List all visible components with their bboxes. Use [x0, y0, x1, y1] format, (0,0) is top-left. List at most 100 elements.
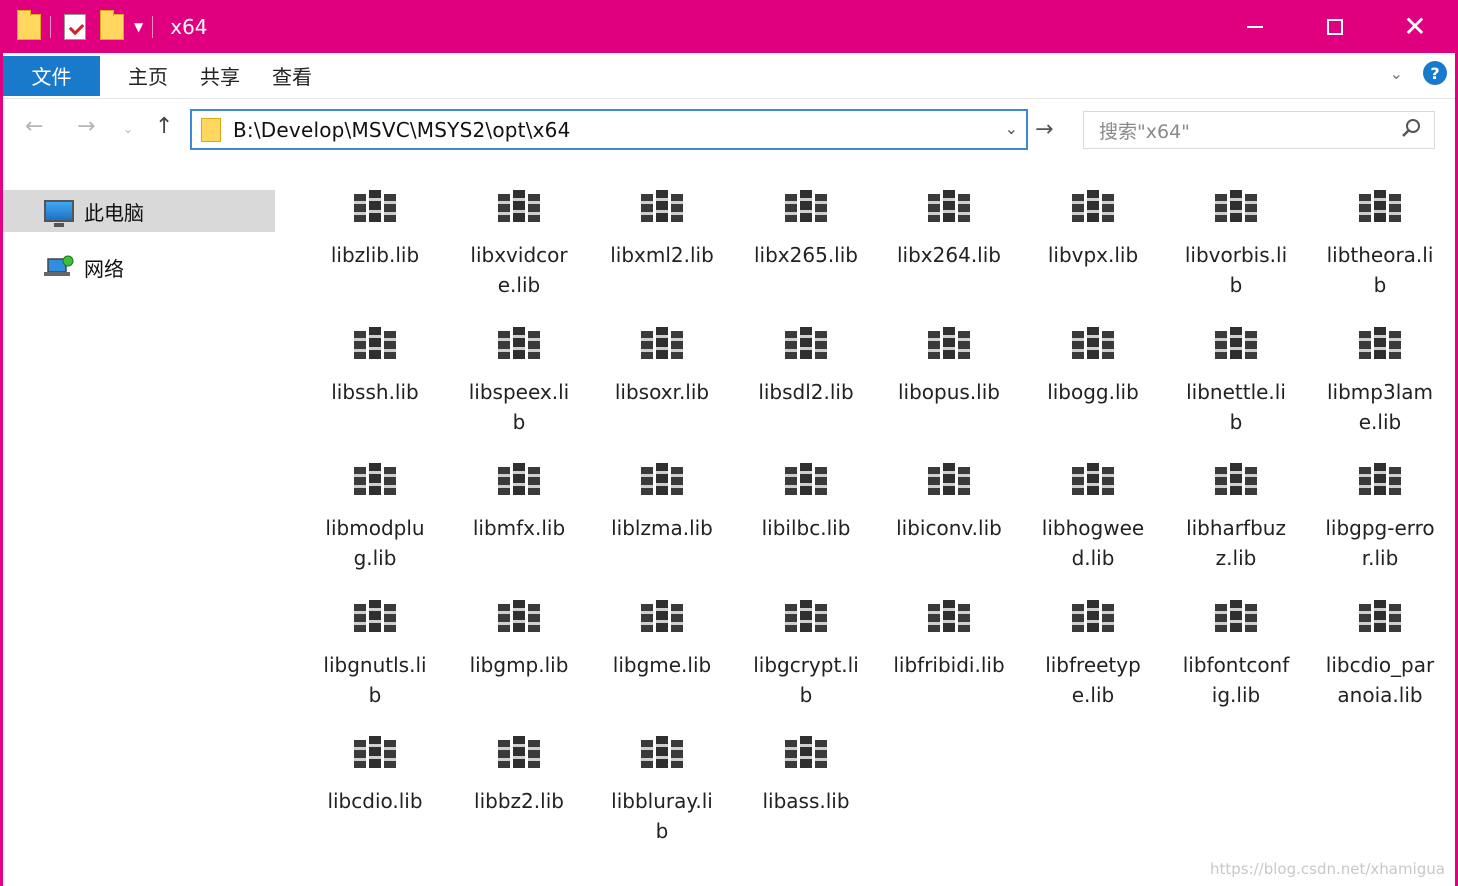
- search-placeholder: 搜索"x64": [1099, 120, 1190, 143]
- library-file-icon: [640, 188, 684, 224]
- file-item[interactable]: libgmp.lib: [447, 590, 591, 722]
- file-item[interactable]: libnettle.lib: [1164, 317, 1308, 449]
- library-file-icon: [1358, 325, 1402, 361]
- tab-home[interactable]: 主页: [124, 56, 172, 96]
- file-name: libmfx.lib: [472, 516, 566, 540]
- file-name: libxml2.lib: [610, 243, 714, 267]
- recent-locations-icon[interactable]: ⌄: [123, 122, 133, 136]
- file-item[interactable]: libopus.lib: [877, 317, 1021, 449]
- file-item[interactable]: libsoxr.lib: [590, 317, 734, 449]
- search-icon[interactable]: [1400, 117, 1422, 139]
- file-name: libfribidi.lib: [893, 653, 1005, 677]
- library-file-icon: [1071, 598, 1115, 634]
- minimize-button[interactable]: [1215, 0, 1295, 53]
- file-name: libbz2.lib: [474, 789, 564, 813]
- close-button[interactable]: ✕: [1375, 0, 1455, 53]
- forward-arrow-icon[interactable]: →: [77, 114, 95, 139]
- folder-icon: [17, 9, 41, 40]
- file-item[interactable]: libfontconfig.lib: [1164, 590, 1308, 722]
- file-name: libilbc.lib: [761, 516, 851, 540]
- address-field[interactable]: B:\Develop\MSVC\MSYS2\opt\x64 ⌄: [190, 109, 1028, 150]
- library-file-icon: [353, 325, 397, 361]
- ribbon-tabs: 文件 主页 共享 查看 ⌄ ?: [3, 53, 1455, 99]
- file-item[interactable]: libmp3lame.lib: [1308, 317, 1452, 449]
- file-item[interactable]: libmodplug.lib: [303, 453, 447, 585]
- file-item[interactable]: libzlib.lib: [303, 180, 447, 312]
- library-file-icon: [497, 461, 541, 497]
- file-name: libspeex.lib: [468, 380, 570, 434]
- file-name: libiconv.lib: [896, 516, 1002, 540]
- file-item[interactable]: libcdio_paranoia.lib: [1308, 590, 1452, 722]
- sidebar-item-label: 此电脑: [84, 200, 144, 225]
- sidebar-item-this-pc[interactable]: 此电脑: [3, 190, 275, 232]
- file-item[interactable]: libx265.lib: [734, 180, 878, 312]
- file-name: libgme.lib: [612, 653, 712, 677]
- minimize-icon: [1247, 25, 1263, 28]
- file-item[interactable]: libbluray.lib: [590, 726, 734, 858]
- library-file-icon: [497, 598, 541, 634]
- file-item[interactable]: libgpg-error.lib: [1308, 453, 1452, 585]
- file-name: libhogweed.lib: [1041, 516, 1145, 570]
- file-name: libbluray.lib: [611, 789, 713, 843]
- file-item[interactable]: libbz2.lib: [447, 726, 591, 858]
- file-name: libnettle.lib: [1186, 380, 1286, 434]
- library-file-icon: [784, 734, 828, 770]
- file-item[interactable]: libx264.lib: [877, 180, 1021, 312]
- tab-share[interactable]: 共享: [196, 56, 244, 96]
- tab-view[interactable]: 查看: [268, 56, 316, 96]
- properties-icon[interactable]: [64, 13, 86, 40]
- file-item[interactable]: libcdio.lib: [303, 726, 447, 858]
- divider: [50, 15, 51, 38]
- library-file-icon: [927, 598, 971, 634]
- library-file-icon: [1214, 598, 1258, 634]
- address-bar-row: ← → ⌄ ↑ B:\Develop\MSVC\MSYS2\opt\x64 ⌄ …: [3, 100, 1455, 158]
- chevron-down-icon[interactable]: ⌄: [1005, 119, 1018, 138]
- file-item[interactable]: libfreetype.lib: [1021, 590, 1165, 722]
- library-file-icon: [1214, 461, 1258, 497]
- file-item[interactable]: libass.lib: [734, 726, 878, 858]
- library-file-icon: [927, 461, 971, 497]
- file-item[interactable]: libxvidcore.lib: [447, 180, 591, 312]
- address-path[interactable]: B:\Develop\MSVC\MSYS2\opt\x64: [233, 118, 571, 142]
- file-item[interactable]: libvpx.lib: [1021, 180, 1165, 312]
- library-file-icon: [784, 461, 828, 497]
- file-name: libzlib.lib: [330, 243, 420, 267]
- file-item[interactable]: libogg.lib: [1021, 317, 1165, 449]
- file-item[interactable]: liblzma.lib: [590, 453, 734, 585]
- file-item[interactable]: libmfx.lib: [447, 453, 591, 585]
- library-file-icon: [353, 461, 397, 497]
- sidebar-item-network[interactable]: 网络: [3, 246, 275, 288]
- file-item[interactable]: libharfbuzz.lib: [1164, 453, 1308, 585]
- file-item[interactable]: libssh.lib: [303, 317, 447, 449]
- library-file-icon: [927, 325, 971, 361]
- file-item[interactable]: libgcrypt.lib: [734, 590, 878, 722]
- file-item[interactable]: libilbc.lib: [734, 453, 878, 585]
- file-item[interactable]: libhogweed.lib: [1021, 453, 1165, 585]
- file-item[interactable]: libspeex.lib: [447, 317, 591, 449]
- library-file-icon: [353, 598, 397, 634]
- maximize-button[interactable]: [1295, 0, 1375, 53]
- new-folder-icon[interactable]: [100, 9, 124, 40]
- customize-toolbar-icon[interactable]: ▼: [134, 20, 143, 34]
- file-item[interactable]: libsdl2.lib: [734, 317, 878, 449]
- search-input[interactable]: 搜索"x64": [1083, 111, 1435, 149]
- file-item[interactable]: libfribidi.lib: [877, 590, 1021, 722]
- back-arrow-icon[interactable]: ←: [25, 114, 43, 139]
- expand-ribbon-icon[interactable]: ⌄: [1390, 64, 1403, 83]
- tab-file[interactable]: 文件: [3, 55, 100, 96]
- go-arrow-icon[interactable]: →: [1035, 117, 1053, 142]
- up-arrow-icon[interactable]: ↑: [155, 114, 173, 139]
- file-item[interactable]: libxml2.lib: [590, 180, 734, 312]
- file-item[interactable]: libiconv.lib: [877, 453, 1021, 585]
- help-icon[interactable]: ?: [1423, 61, 1447, 85]
- file-item[interactable]: libgnutls.lib: [303, 590, 447, 722]
- network-icon: [44, 255, 74, 276]
- library-file-icon: [1358, 188, 1402, 224]
- library-file-icon: [640, 325, 684, 361]
- file-name: libcdio.lib: [327, 789, 423, 813]
- file-item[interactable]: libgme.lib: [590, 590, 734, 722]
- file-item[interactable]: libvorbis.lib: [1164, 180, 1308, 312]
- file-name: libharfbuzz.lib: [1186, 516, 1286, 570]
- file-item[interactable]: libtheora.lib: [1308, 180, 1452, 312]
- title-bar: ▼ x64 ✕: [3, 0, 1455, 53]
